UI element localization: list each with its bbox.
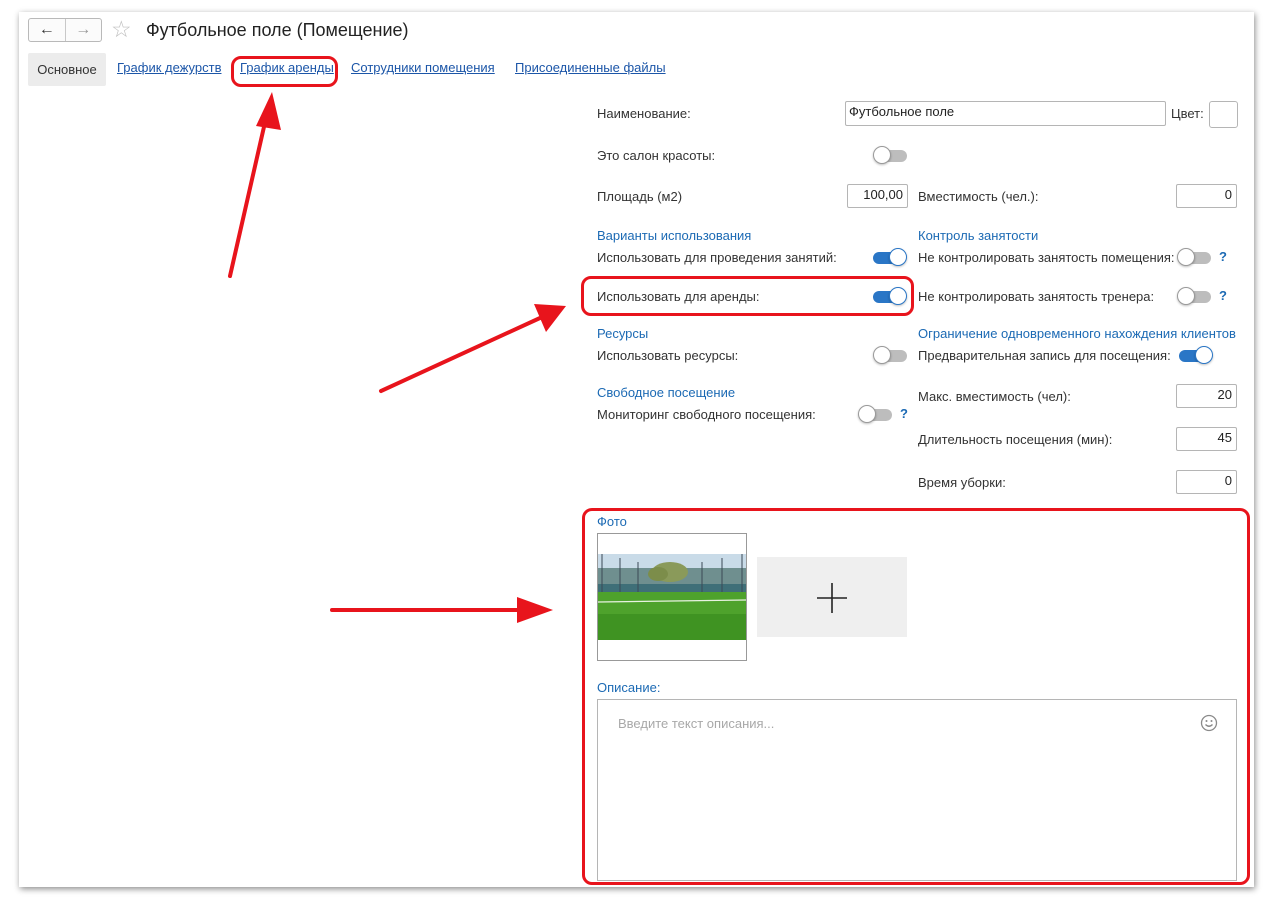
annotation-arrows [228, 92, 566, 623]
arrow-head [256, 92, 281, 130]
arrow-to-use-rent [379, 316, 542, 393]
arrow-to-rent-tab [228, 116, 268, 278]
arrow-head [517, 597, 553, 623]
